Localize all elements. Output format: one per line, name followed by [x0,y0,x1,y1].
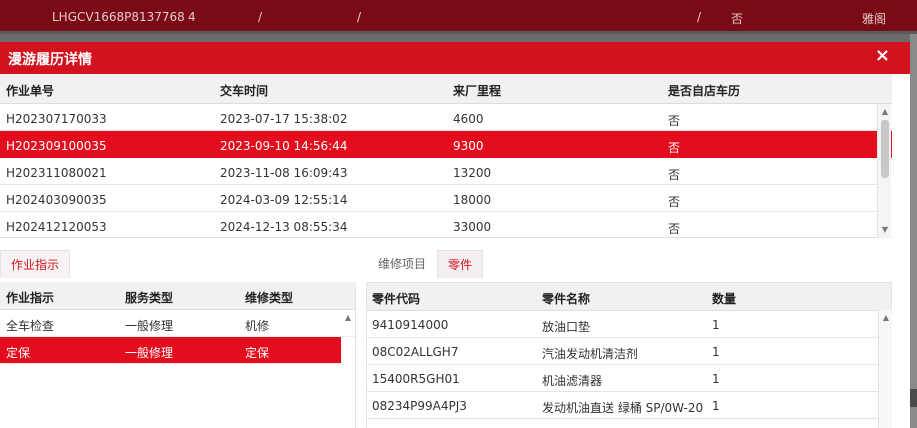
cell: 9300 [453,139,484,153]
separator-text: / [357,10,362,24]
cell: 否 [668,222,681,236]
table-header: 作业单号 交车时间 来厂里程 是否自店车历 [0,74,892,104]
cell: 1 [712,345,720,359]
column-header[interactable]: 零件代码 [372,290,420,307]
tab-job-instructions[interactable]: 作业指示 [0,250,71,278]
job-instruction-table: 作业指示 服务类型 维修类型 全车检查 一般修理 机修 定保 一般修理 定保 ▲ [0,282,356,428]
table-row[interactable]: 全车检查 一般修理 机修 [0,310,355,337]
column-header[interactable]: 来厂里程 [453,82,501,99]
table-row[interactable]: H202307170033 2023-07-17 15:38:02 4600 否 [0,104,892,131]
background-list-row: LHGCV1668P8137768 4 / / / 否 雅阁 [0,0,917,34]
roaming-history-dialog: 漫游履历详情 × 作业单号 交车时间 来厂里程 是否自店车历 H20230717… [0,42,910,428]
job-scrollbar[interactable]: ▲ [341,310,355,370]
cell: 2023-07-17 15:38:02 [220,112,348,126]
column-header[interactable]: 维修类型 [245,289,293,306]
cell: 9410914000 [372,318,449,332]
tab-parts[interactable]: 零件 [437,250,484,278]
cell: 全车检查 [6,319,55,333]
cell: 08234P99A4PJ3 [372,399,467,413]
cell: 2024-12-13 08:55:34 [220,220,348,234]
cell: 2024-03-09 12:55:14 [220,193,348,207]
scroll-up-arrow-icon[interactable]: ▲ [879,312,893,324]
tab-repair-items[interactable]: 维修项目 [370,250,434,278]
cell: 机油滤清器 [542,374,603,388]
cell: 一般修理 [125,319,174,333]
separator-text: / [697,10,702,24]
cell: 机修 [245,319,270,333]
cell: 08C02ALLGH7 [372,345,459,359]
cell: 发动机油直送 绿桶 SP/0W-20 [542,401,704,415]
parts-table: 零件代码 零件名称 数量 9410914000 放油口垫 1 08C02ALLG… [366,282,892,428]
close-icon[interactable]: × [875,46,890,66]
count-text: 4 [188,10,196,24]
dialog-title: 漫游履历详情 [8,52,92,68]
cell: H202307170033 [6,112,107,126]
cell: 汽油发动机清洁剂 [542,347,639,361]
column-header[interactable]: 零件名称 [542,290,590,307]
cell: 1 [712,318,720,332]
cell: 否 [668,195,681,209]
cell: 否 [668,141,681,155]
cell: 15400R5GH01 [372,372,460,386]
model-text: 雅阁 [862,12,887,26]
scroll-down-arrow-icon[interactable]: ▼ [878,224,892,236]
cell: 定保 [245,346,270,360]
column-header[interactable]: 服务类型 [125,289,173,306]
table-row[interactable]: H202403090035 2024-03-09 12:55:14 18000 … [0,185,892,212]
cell: 一般修理 [125,346,174,360]
table-row[interactable]: H202311080021 2023-11-08 16:09:43 13200 … [0,158,892,185]
column-header[interactable]: 交车时间 [220,82,268,99]
flag-text: 否 [731,12,744,26]
column-header[interactable]: 数量 [712,290,736,307]
history-scrollbar[interactable]: ▲ ▼ [877,104,891,238]
cell: H202403090035 [6,193,107,207]
cell: 13200 [453,166,492,180]
cell: 33000 [453,220,492,234]
dialog-titlebar: 漫游履历详情 × [0,42,910,74]
separator-text: / [258,10,263,24]
table-row-selected[interactable]: 定保 一般修理 定保 [0,337,341,364]
column-header[interactable]: 作业单号 [6,82,54,99]
cell: 放油口垫 [542,320,591,334]
table-header: 作业指示 服务类型 维修类型 [0,282,355,310]
cell: 1 [712,372,720,386]
background-scrollbar [910,34,917,428]
column-header[interactable]: 作业指示 [6,289,54,306]
table-row[interactable]: 08234P99A4PJ3 发动机油直送 绿桶 SP/0W-20 1 [367,392,891,419]
cell: 4600 [453,112,484,126]
scroll-up-arrow-icon[interactable]: ▲ [341,312,355,324]
vin-text: LHGCV1668P8137768 [52,10,185,24]
scroll-thumb[interactable] [881,120,889,178]
history-table: 作业单号 交车时间 来厂里程 是否自店车历 H202307170033 2023… [0,74,892,238]
cell: 否 [668,168,681,182]
table-row[interactable]: H202412120053 2024-12-13 08:55:34 33000 … [0,212,892,239]
table-header: 零件代码 零件名称 数量 [367,283,891,311]
table-row[interactable]: 08C02ALLGH7 汽油发动机清洁剂 1 [367,338,891,365]
table-row[interactable]: 15400R5GH01 机油滤清器 1 [367,365,891,392]
table-row[interactable]: 9410914000 放油口垫 1 [367,311,891,338]
cell: H202309100035 [6,139,107,153]
cell: 2023-09-10 14:56:44 [220,139,348,153]
cell: H202311080021 [6,166,107,180]
column-header[interactable]: 是否自店车历 [668,82,740,99]
cell: 否 [668,114,681,128]
cell: 1 [712,399,720,413]
table-row-selected[interactable]: H202309100035 2023-09-10 14:56:44 9300 否 [0,131,892,158]
cell: 定保 [6,346,31,360]
cell: H202412120053 [6,220,107,234]
parts-scrollbar[interactable]: ▲ [878,310,892,428]
cell: 18000 [453,193,492,207]
cell: 2023-11-08 16:09:43 [220,166,348,180]
scroll-up-arrow-icon[interactable]: ▲ [878,106,892,118]
